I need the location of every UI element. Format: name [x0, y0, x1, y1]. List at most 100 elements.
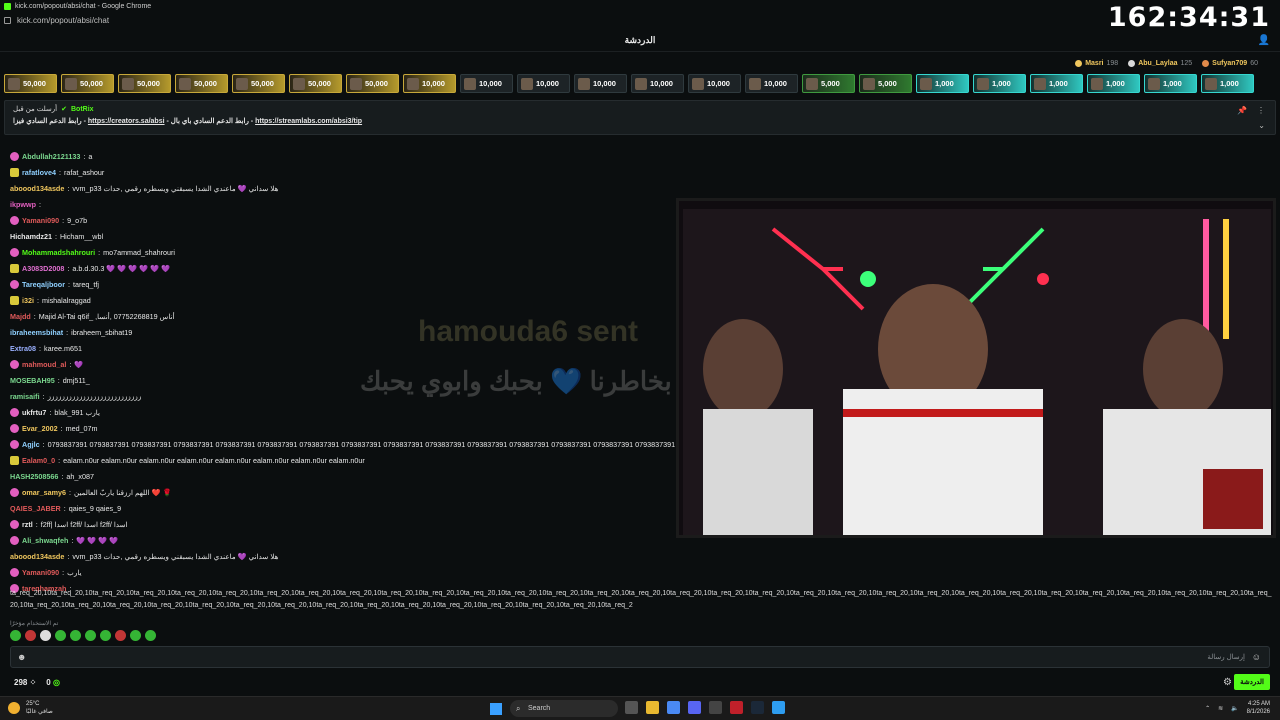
chat-username[interactable]: mahmoud_al [22, 360, 66, 369]
emote-icon[interactable] [40, 630, 51, 641]
chat-text: ibraheem_sbihat19 [71, 328, 133, 337]
chevron-down-icon[interactable]: ⌄ [1258, 121, 1265, 130]
stream-video[interactable] [676, 198, 1276, 538]
pinned-link-creators[interactable]: https://creators.sa/absi [88, 118, 165, 125]
gift-card[interactable]: 5,000 [802, 74, 855, 93]
task-view-icon[interactable] [625, 701, 638, 714]
emote-icon[interactable] [145, 630, 156, 641]
emote-icon[interactable] [70, 630, 81, 641]
gear-icon[interactable]: ⚙ [1223, 677, 1232, 688]
tray-clock[interactable]: 4:25 AM 8/1/2026 [1247, 700, 1270, 716]
recent-emotes-label: تم الاستخدام مؤخرًا [10, 621, 59, 627]
tray-chevron-icon[interactable]: ⌃ [1205, 705, 1210, 712]
weather-widget[interactable]: 25°C صافي غالبًا [26, 700, 53, 716]
gift-card[interactable]: 50,000 [232, 74, 285, 93]
chat-username[interactable]: i32i [22, 296, 34, 305]
emote-icon[interactable] [25, 630, 36, 641]
emote-picker-icon[interactable]: ☻ [17, 652, 26, 662]
gift-card[interactable]: 10,000 [574, 74, 627, 93]
gift-card[interactable]: 1,000 [916, 74, 969, 93]
emote-icon[interactable] [55, 630, 66, 641]
gift-card[interactable]: 1,000 [1144, 74, 1197, 93]
chat-username[interactable]: Ealam0_0 [22, 456, 55, 465]
windows-start-icon[interactable] [490, 703, 502, 715]
chat-username[interactable]: aboood134asde [10, 552, 64, 561]
chat-username[interactable]: Evar_2002 [22, 424, 58, 433]
gift-card[interactable]: 10,000 [517, 74, 570, 93]
gift-card[interactable]: 5,000 [859, 74, 912, 93]
chat-text: tareq_tfj [73, 280, 99, 289]
emote-icon[interactable] [130, 630, 141, 641]
pinned-link-streamlabs[interactable]: https://streamlabs.com/absi3/tip [255, 118, 362, 125]
user-settings-icon[interactable]: 👤 [1258, 35, 1270, 46]
chat-send-button[interactable]: الدردشة [1234, 674, 1270, 690]
gift-card[interactable]: 1,000 [973, 74, 1026, 93]
chat-username[interactable]: Majdd [10, 312, 31, 321]
chat-input[interactable]: ☻ إرسال رسالة ☺ [10, 646, 1270, 668]
gift-card[interactable]: 50,000 [289, 74, 342, 93]
site-info-icon[interactable] [4, 16, 11, 24]
url-text[interactable]: kick.com/popout/absi/chat [17, 16, 109, 25]
gift-card[interactable]: 10,000 [631, 74, 684, 93]
chat-username[interactable]: Yamani090 [22, 568, 59, 577]
chat-username[interactable]: MOSEBAH95 [10, 376, 55, 385]
steam-icon[interactable] [751, 701, 764, 714]
chat-username[interactable]: A3083D2008 [22, 264, 64, 273]
gift-amount: 10,000 [422, 79, 445, 88]
emote-icon[interactable] [100, 630, 111, 641]
chat-username[interactable]: ikpwwp [10, 200, 36, 209]
emote-icon[interactable] [10, 630, 21, 641]
chat-username[interactable]: Agjlc [22, 440, 40, 449]
edge-icon[interactable] [772, 701, 785, 714]
chat-username[interactable]: ibraheemsbihat [10, 328, 63, 337]
wifi-icon[interactable]: ≋ [1218, 705, 1223, 712]
gift-card[interactable]: 10,000 [403, 74, 456, 93]
taskbar-search[interactable]: ⌕ Search [510, 700, 618, 717]
chat-username[interactable]: HASH2508566 [10, 472, 58, 481]
gift-card[interactable]: 10,000 [460, 74, 513, 93]
weather-icon[interactable] [8, 702, 20, 714]
pinned-bot-name[interactable]: BotRix [71, 106, 94, 113]
chat-username[interactable]: omar_samy6 [22, 488, 66, 497]
chat-username[interactable]: Ali_shwaqfeh [22, 536, 68, 545]
gift-card[interactable]: 10,000 [745, 74, 798, 93]
gift-card[interactable]: 1,000 [1087, 74, 1140, 93]
chat-username[interactable]: Hichamdz21 [10, 232, 52, 241]
chat-username[interactable]: ukfrtu7 [22, 408, 46, 417]
volume-icon[interactable]: 🔈 [1231, 705, 1238, 712]
chat-username[interactable]: aboood134asde [10, 184, 64, 193]
address-bar[interactable]: kick.com/popout/absi/chat [0, 12, 1280, 28]
gift-card[interactable]: 50,000 [61, 74, 114, 93]
chat-username[interactable]: Yamani090 [22, 216, 59, 225]
leaderboard-entry[interactable]: Abu_Laylaa 125 [1128, 59, 1192, 67]
gift-card[interactable]: 50,000 [346, 74, 399, 93]
chat-username[interactable]: Tareqaljboor [22, 280, 65, 289]
discord-icon[interactable] [688, 701, 701, 714]
gift-card[interactable]: 50,000 [118, 74, 171, 93]
chat-username[interactable]: ramisaifi [10, 392, 40, 401]
search-icon: ⌕ [516, 703, 521, 713]
app-icon[interactable] [730, 701, 743, 714]
gifter-avatar [179, 77, 191, 90]
chat-username[interactable]: rafatlove4 [22, 168, 56, 177]
chrome-icon[interactable] [667, 701, 680, 714]
pin-icon[interactable]: 📌 [1237, 106, 1247, 115]
emote-icon[interactable] [115, 630, 126, 641]
gift-card[interactable]: 1,000 [1201, 74, 1254, 93]
emote-icon[interactable] [85, 630, 96, 641]
chat-username[interactable]: Mohammadshahrouri [22, 248, 95, 257]
gift-card[interactable]: 50,000 [4, 74, 57, 93]
leaderboard-entry[interactable]: Masri 198 [1075, 59, 1118, 67]
app-icon[interactable] [709, 701, 722, 714]
chat-username[interactable]: Abdullah2121133 [22, 152, 80, 161]
chat-username[interactable]: Extra08 [10, 344, 36, 353]
chat-username[interactable]: QAIES_JABER [10, 504, 61, 513]
more-options-icon[interactable]: ⋮ [1257, 106, 1265, 115]
chat-username[interactable]: rztl [22, 520, 33, 529]
gift-card[interactable]: 10,000 [688, 74, 741, 93]
gift-card[interactable]: 1,000 [1030, 74, 1083, 93]
gift-card[interactable]: 50,000 [175, 74, 228, 93]
file-explorer-icon[interactable] [646, 701, 659, 714]
leaderboard-entry[interactable]: Sufyan709 60 [1202, 59, 1258, 67]
emoji-icon[interactable]: ☺ [1252, 652, 1261, 662]
